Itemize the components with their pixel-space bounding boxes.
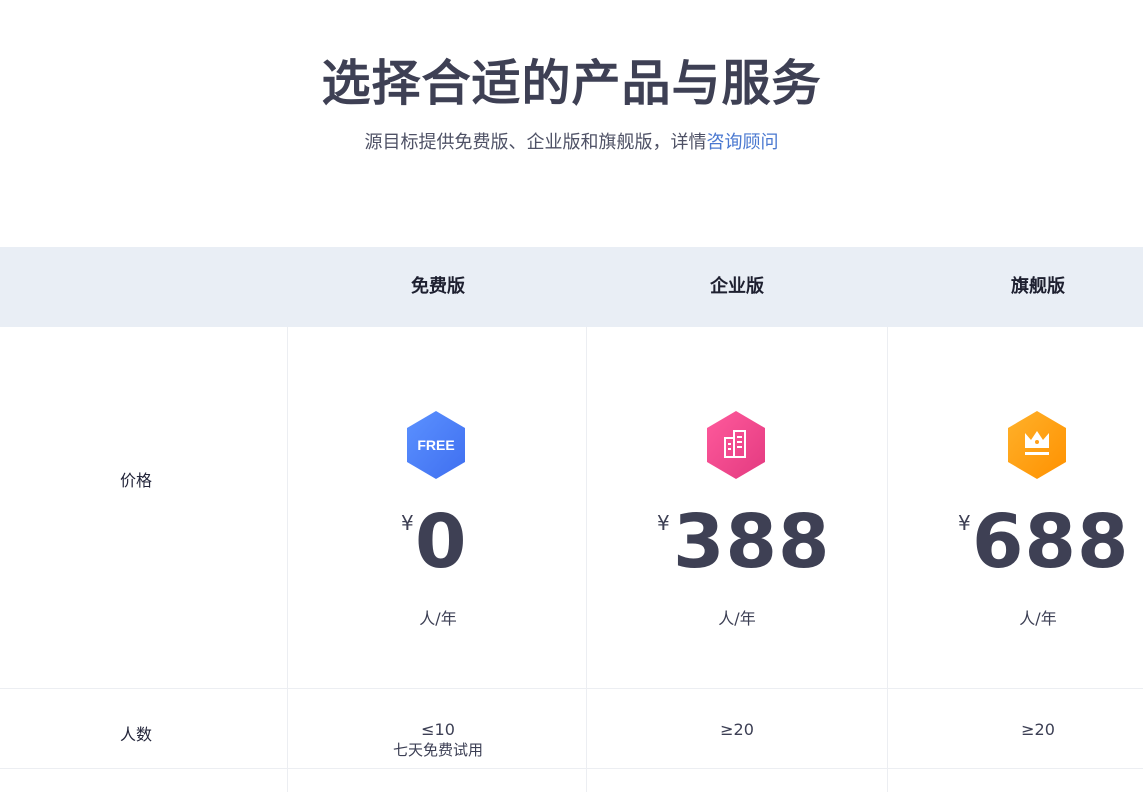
hero-section: 选择合适的产品与服务 源目标提供免费版、企业版和旗舰版，详情咨询顾问 [0,0,1143,215]
trial-note: 七天免费试用 [392,741,483,759]
page-subtitle: 源目标提供免费版、企业版和旗舰版，详情咨询顾问 [0,129,1143,157]
people-count: ≥20 [587,720,887,740]
price-amount: 688 [972,499,1130,585]
flagship-price-cell: ¥ 688 人/年 [888,327,1143,688]
header-free-cell: 免费版 [288,247,587,327]
next-row-cell [888,769,1143,792]
next-row-partial [0,769,1143,792]
next-row-cell [288,769,587,792]
free-price-cell: FREE ¥ 0 人/年 [288,327,587,688]
people-label: 人数 [119,725,152,744]
price-row: 价格 FREE ¥ 0 人/年 ¥ 388 人/年 ¥ 688 人/年 [0,327,1143,689]
people-value: ≥20 [1021,720,1055,739]
next-row-cell [0,769,288,792]
next-row-cell [587,769,888,792]
page-title: 选择合适的产品与服务 [321,55,822,112]
crown-badge-icon [1004,409,1070,481]
people-count: ≤10 七天免费试用 [288,720,588,760]
flagship-people-cell: ≥20 [888,689,1143,768]
free-badge-text: FREE [417,437,454,453]
plans-header-row: 免费版 企业版 旗舰版 [0,247,1143,327]
people-value: ≤10 [421,720,455,739]
price-unit: 人/年 [419,609,457,628]
header-flagship-cell: 旗舰版 [888,247,1143,327]
price-label-cell: 价格 [0,327,288,688]
plans-comparison-table: 免费版 企业版 旗舰版 价格 FREE ¥ 0 人/年 ¥ 388 人/年 ¥ … [0,247,1143,792]
plan-name-free: 免费版 [411,276,465,297]
free-badge-icon: FREE [403,409,469,481]
plan-name-flagship: 旗舰版 [1011,276,1065,297]
header-empty-cell [0,247,288,327]
price-label: 价格 [119,471,152,490]
header-enterprise-cell: 企业版 [587,247,888,327]
price-amount: 388 [673,499,831,585]
people-row: 人数 ≤10 七天免费试用 ≥20 ≥20 [0,689,1143,769]
currency-symbol: ¥ [401,511,414,535]
price-unit: 人/年 [1019,609,1057,628]
currency-symbol: ¥ [657,511,670,535]
price-unit: 人/年 [718,609,756,628]
enterprise-people-cell: ≥20 [587,689,888,768]
price-amount: 0 [415,499,468,585]
building-badge-icon [703,409,769,481]
pricing-page: 选择合适的产品与服务 源目标提供免费版、企业版和旗舰版，详情咨询顾问 免费版 企… [0,0,1143,792]
people-label-cell: 人数 [0,689,288,768]
plan-name-enterprise: 企业版 [710,276,764,297]
enterprise-price-cell: ¥ 388 人/年 [587,327,888,688]
currency-symbol: ¥ [958,511,971,535]
free-people-cell: ≤10 七天免费试用 [288,689,587,768]
consult-advisor-link[interactable]: 咨询顾问 [707,132,779,153]
people-value: ≥20 [720,720,754,739]
subtitle-text: 源目标提供免费版、企业版和旗舰版，详情 [364,132,707,153]
people-count: ≥20 [888,720,1143,740]
